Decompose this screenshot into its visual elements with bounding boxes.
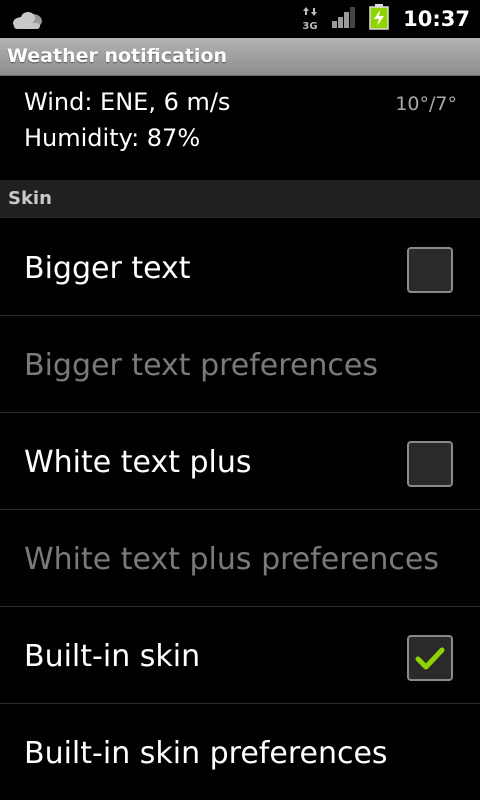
category-title: Skin [8,188,52,209]
notification-preview: Wind: ENE, 6 m/s Humidity: 87% 10°/7° [0,76,480,180]
category-header-skin: Skin [0,180,480,218]
status-bar: 3G 10:37 [0,0,480,38]
humidity-text: Humidity: 87% [24,124,201,152]
title-bar: Weather notification [0,38,480,76]
signal-icon [331,5,357,33]
svg-text:3G: 3G [303,21,318,32]
pref-label: White text plus [24,445,252,480]
pref-built-in-skin[interactable]: Built-in skin [0,607,480,704]
pref-label: White text plus preferences [24,542,439,577]
weather-cloud-icon [10,9,46,35]
wind-text: Wind: ENE, 6 m/s [24,88,231,116]
pref-label: Bigger text preferences [24,348,378,383]
pref-label: Built-in skin [24,639,201,674]
page-title: Weather notification [7,45,227,67]
white-text-plus-checkbox[interactable] [407,441,453,487]
pref-label: Bigger text [24,251,191,286]
check-mark-icon [415,647,445,670]
battery-charging-icon [369,4,389,34]
status-clock: 10:37 [403,7,470,31]
network-3g-icon: 3G [301,6,319,32]
pref-white-text-plus-preferences[interactable]: White text plus preferences [0,510,480,607]
pref-white-text-plus[interactable]: White text plus [0,413,480,510]
temperature-text: 10°/7° [395,93,457,115]
bigger-text-checkbox[interactable] [407,247,453,293]
pref-built-in-skin-preferences[interactable]: Built-in skin preferences [0,704,480,800]
built-in-skin-checkbox[interactable] [407,635,453,681]
pref-label: Built-in skin preferences [24,736,388,771]
pref-bigger-text[interactable]: Bigger text [0,219,480,316]
pref-bigger-text-preferences[interactable]: Bigger text preferences [0,316,480,413]
